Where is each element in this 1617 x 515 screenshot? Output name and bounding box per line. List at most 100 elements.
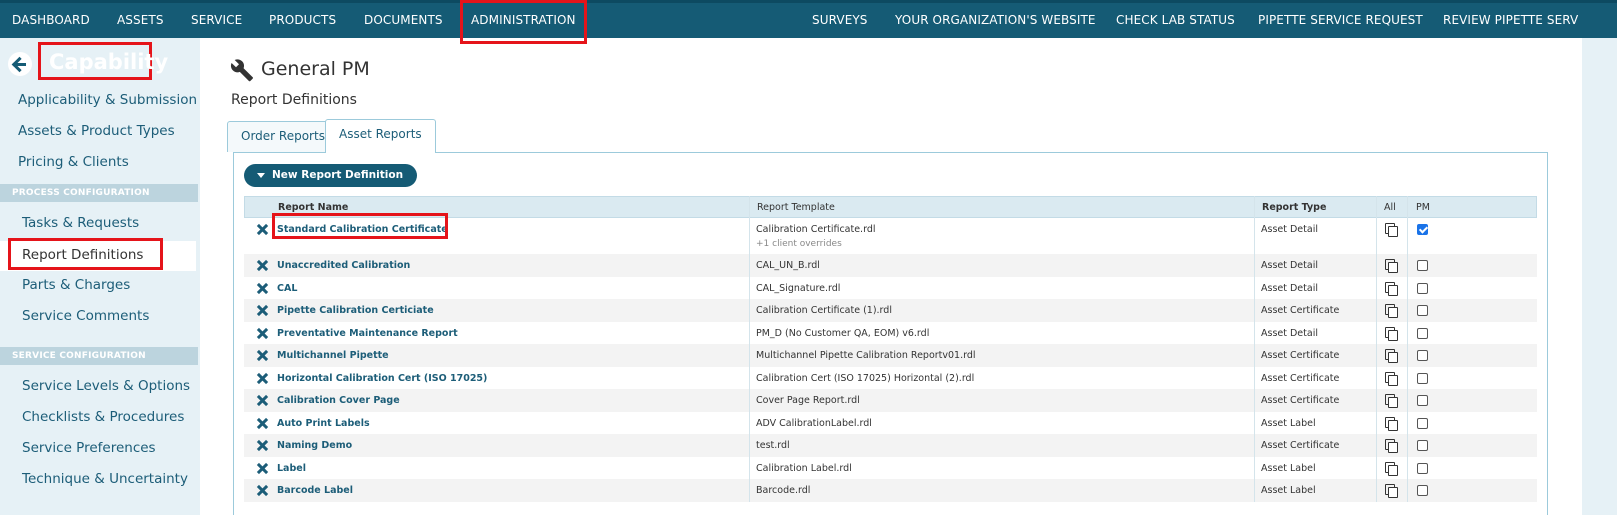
report-template: test.rdl [756, 440, 790, 451]
report-name-link[interactable]: Barcode Label [277, 485, 353, 496]
nav-review-pipette-service[interactable]: REVIEW PIPETTE SERV [1443, 3, 1578, 38]
pm-checkbox[interactable] [1417, 327, 1428, 339]
report-name-link[interactable]: Horizontal Calibration Cert (ISO 17025) [277, 373, 487, 384]
sidebar: Capability Applicability & Submission As… [0, 38, 200, 515]
copy-icon[interactable] [1385, 416, 1398, 431]
report-type: Asset Certificate [1261, 372, 1340, 384]
right-gutter [1582, 38, 1617, 515]
table-row: Barcode Label Barcode.rdl Asset Label [244, 479, 1537, 502]
copy-icon[interactable] [1385, 304, 1398, 318]
table-row: Multichannel Pipette Multichannel Pipette… [244, 344, 1537, 367]
copy-icon[interactable] [1385, 281, 1398, 296]
nav-dashboard[interactable]: DASHBOARD [12, 3, 90, 38]
pm-checkbox[interactable] [1417, 395, 1428, 406]
report-name-link[interactable]: Auto Print Labels [277, 418, 370, 429]
sidebar-item-technique-uncertainty[interactable]: Technique & Uncertainty [22, 471, 188, 487]
col-all[interactable]: All [1384, 197, 1396, 219]
copy-icon[interactable] [1385, 326, 1398, 341]
report-name-link[interactable]: Naming Demo [277, 440, 352, 451]
copy-icon[interactable] [1385, 259, 1398, 273]
col-pm[interactable]: PM [1416, 197, 1430, 219]
delete-icon[interactable] [257, 350, 268, 361]
report-name-link[interactable]: Preventative Maintenance Report [277, 328, 458, 339]
nav-check-lab-status[interactable]: CHECK LAB STATUS [1116, 3, 1235, 38]
col-report-type[interactable]: Report Type [1262, 197, 1326, 219]
pm-checkbox[interactable] [1417, 372, 1428, 384]
delete-icon[interactable] [257, 485, 268, 496]
report-type: Asset Certificate [1261, 440, 1340, 451]
new-report-definition-label: New Report Definition [272, 169, 404, 181]
sidebar-item-assets-product-types[interactable]: Assets & Product Types [18, 123, 175, 139]
nav-pipette-service-request[interactable]: PIPETTE SERVICE REQUEST [1258, 3, 1423, 38]
nav-service[interactable]: SERVICE [191, 3, 242, 38]
nav-surveys[interactable]: SURVEYS [812, 3, 868, 38]
report-template: Barcode.rdl [756, 485, 811, 496]
caret-down-icon [257, 173, 265, 178]
pm-checkbox[interactable] [1417, 260, 1428, 271]
report-type: Asset Detail [1261, 224, 1318, 235]
tab-order-reports[interactable]: Order Reports [227, 121, 339, 152]
delete-icon[interactable] [257, 283, 268, 294]
report-name-link[interactable]: CAL [277, 283, 297, 294]
report-name-link[interactable]: Calibration Cover Page [277, 395, 400, 406]
sidebar-item-tasks-requests[interactable]: Tasks & Requests [22, 215, 139, 231]
delete-icon[interactable] [257, 463, 268, 474]
page-subtitle: Report Definitions [231, 92, 357, 108]
sidebar-item-parts-charges[interactable]: Parts & Charges [22, 277, 130, 293]
nav-administration[interactable]: ADMINISTRATION [460, 0, 587, 44]
copy-icon[interactable] [1385, 439, 1398, 453]
pm-checkbox[interactable] [1417, 417, 1428, 429]
copy-icon[interactable] [1385, 349, 1398, 363]
report-name-link[interactable]: Unaccredited Calibration [277, 260, 410, 271]
report-name-link[interactable]: Label [277, 463, 306, 474]
report-name-link[interactable]: Multichannel Pipette [277, 350, 389, 361]
report-name-link[interactable]: Pipette Calibration Certiciate [277, 305, 434, 316]
sidebar-item-pricing-clients[interactable]: Pricing & Clients [18, 154, 129, 170]
section-header-process: PROCESS CONFIGURATION [0, 184, 198, 202]
delete-icon[interactable] [257, 305, 268, 316]
delete-icon[interactable] [257, 440, 268, 451]
sidebar-item-service-preferences[interactable]: Service Preferences [22, 440, 156, 456]
delete-icon[interactable] [257, 260, 268, 271]
sidebar-item-service-levels[interactable]: Service Levels & Options [22, 378, 190, 394]
copy-icon[interactable] [1385, 394, 1398, 408]
pm-checkbox[interactable] [1417, 282, 1428, 294]
copy-icon[interactable] [1385, 223, 1398, 237]
copy-icon[interactable] [1385, 371, 1398, 386]
pm-checkbox[interactable] [1417, 462, 1428, 474]
pm-checkbox[interactable] [1417, 485, 1428, 496]
nav-assets[interactable]: ASSETS [117, 3, 164, 38]
pm-checkbox[interactable] [1417, 305, 1428, 316]
sidebar-item-applicability[interactable]: Applicability & Submission [18, 92, 197, 108]
back-arrow-icon[interactable] [8, 52, 32, 76]
pm-checkbox[interactable] [1417, 350, 1428, 361]
copy-icon[interactable] [1385, 484, 1398, 498]
delete-icon[interactable] [257, 395, 268, 406]
report-type: Asset Detail [1261, 282, 1318, 294]
table-row: Horizontal Calibration Cert (ISO 17025) C… [244, 367, 1537, 390]
copy-icon[interactable] [1385, 461, 1398, 476]
pm-checkbox[interactable] [1417, 440, 1428, 451]
report-type: Asset Certificate [1261, 350, 1340, 361]
report-type: Asset Label [1261, 417, 1316, 429]
report-template: CAL_Signature.rdl [756, 282, 841, 294]
delete-icon[interactable] [257, 373, 268, 384]
tab-asset-reports[interactable]: Asset Reports [325, 119, 436, 153]
column-divider [1254, 196, 1255, 502]
report-template: Calibration Certificate (1).rdl [756, 305, 892, 316]
new-report-definition-button[interactable]: New Report Definition [244, 164, 418, 187]
nav-organization-website[interactable]: YOUR ORGANIZATION'S WEBSITE [895, 3, 1096, 38]
report-template: ADV CalibrationLabel.rdl [756, 417, 872, 429]
report-type: Asset Certificate [1261, 395, 1340, 406]
col-report-template[interactable]: Report Template [757, 197, 835, 219]
delete-icon[interactable] [257, 224, 268, 235]
delete-icon[interactable] [257, 328, 268, 339]
nav-products[interactable]: PRODUCTS [269, 3, 336, 38]
sidebar-item-service-comments[interactable]: Service Comments [22, 308, 149, 324]
delete-icon[interactable] [257, 418, 268, 429]
nav-documents[interactable]: DOCUMENTS [364, 3, 443, 38]
table-row: Calibration Cover Page Cover Page Report.… [244, 389, 1537, 412]
back-button[interactable] [8, 50, 32, 78]
sidebar-item-checklists[interactable]: Checklists & Procedures [22, 409, 184, 425]
pm-checkbox[interactable] [1417, 224, 1428, 235]
